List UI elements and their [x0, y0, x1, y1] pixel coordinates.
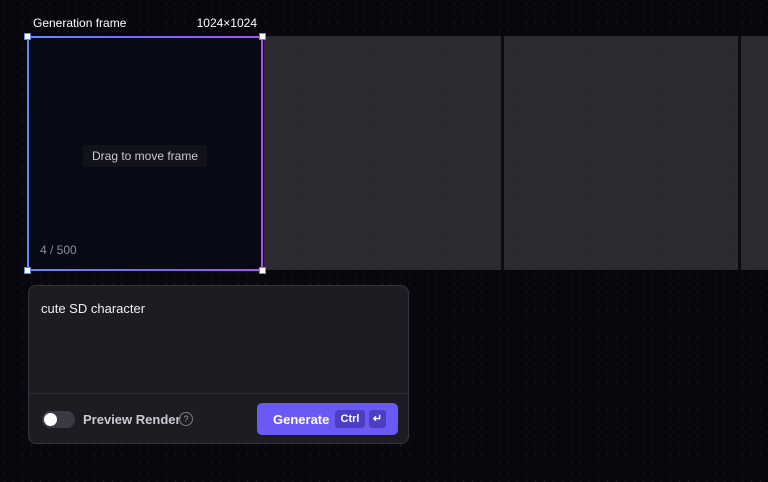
panel-divider — [29, 393, 408, 394]
generate-label: Generate — [273, 412, 330, 427]
frame-size-label: 1024×1024 — [196, 16, 257, 30]
character-count: 4 / 500 — [40, 243, 77, 257]
canvas-tiles-area — [264, 36, 768, 270]
resize-handle-top-left[interactable] — [24, 33, 31, 40]
enter-key-icon: ↵ — [369, 410, 386, 428]
preview-render-label: Preview Render — [83, 412, 181, 427]
question-circle-icon[interactable]: ? — [179, 412, 193, 426]
toggle-knob — [44, 413, 57, 426]
tile-divider — [501, 36, 504, 270]
drag-hint: Drag to move frame — [82, 145, 208, 167]
prompt-panel: cute SD character Preview Render ? Gener… — [28, 285, 409, 444]
generate-button[interactable]: Generate Ctrl ↵ — [257, 403, 398, 435]
preview-render-toggle[interactable] — [42, 411, 75, 428]
tile-divider — [738, 36, 741, 270]
prompt-input[interactable]: cute SD character — [41, 301, 145, 316]
frame-header: Generation frame 1024×1024 — [28, 16, 264, 32]
resize-handle-bottom-right[interactable] — [259, 267, 266, 274]
resize-handle-top-right[interactable] — [259, 33, 266, 40]
resize-handle-bottom-left[interactable] — [24, 267, 31, 274]
ctrl-key-badge: Ctrl — [335, 410, 365, 428]
frame-title: Generation frame — [33, 16, 127, 30]
generation-frame[interactable]: Drag to move frame 4 / 500 — [27, 36, 263, 271]
